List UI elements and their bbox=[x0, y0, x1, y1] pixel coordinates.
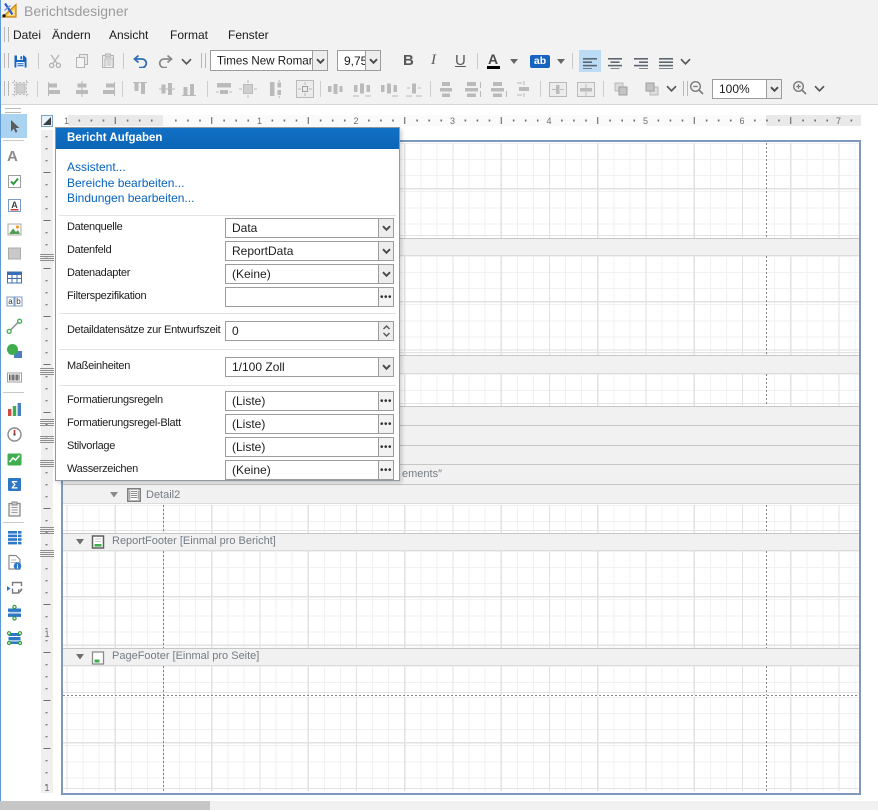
svg-text:1: 1 bbox=[257, 116, 262, 126]
svg-text:3: 3 bbox=[450, 116, 455, 126]
svg-text:Σ: Σ bbox=[11, 480, 18, 492]
svg-text:6: 6 bbox=[739, 116, 744, 126]
svg-text:i: i bbox=[17, 564, 19, 571]
svg-text:1: 1 bbox=[64, 116, 69, 126]
svg-text:a: a bbox=[8, 297, 13, 306]
svg-text:7: 7 bbox=[836, 116, 841, 126]
svg-text:1: 1 bbox=[44, 783, 49, 793]
svg-text:b: b bbox=[16, 297, 21, 306]
svg-text:1: 1 bbox=[44, 629, 49, 639]
svg-text:A: A bbox=[11, 200, 18, 210]
svg-text:4: 4 bbox=[546, 116, 551, 126]
svg-text:2: 2 bbox=[353, 116, 358, 126]
svg-text:5: 5 bbox=[643, 116, 648, 126]
